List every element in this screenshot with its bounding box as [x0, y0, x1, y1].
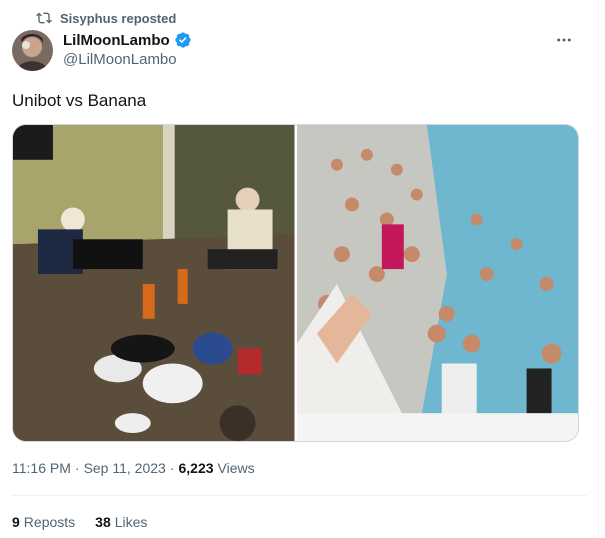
reposts-count: 9 [12, 514, 20, 530]
media-image-left[interactable] [13, 125, 295, 441]
tweet-time[interactable]: 11:16 PM [12, 460, 71, 476]
likes-stat[interactable]: 38 Likes [95, 514, 147, 530]
views-label: Views [217, 460, 255, 476]
avatar[interactable] [12, 30, 53, 71]
social-context[interactable]: Sisyphus reposted [36, 8, 176, 28]
repost-icon [36, 10, 52, 26]
display-name[interactable]: LilMoonLambo [63, 32, 170, 49]
engagement-stats: 9 Reposts 38 Likes [12, 514, 147, 530]
views-count: 6,223 [178, 460, 214, 476]
reposts-label: Reposts [23, 514, 76, 530]
tweet-text: Unibot vs Banana [12, 91, 147, 110]
media-image-right[interactable] [296, 125, 578, 441]
repost-label: Sisyphus reposted [60, 10, 177, 26]
divider [12, 495, 587, 496]
column-border [598, 0, 599, 538]
separator-dot: · [169, 460, 175, 476]
likes-label: Likes [114, 514, 148, 530]
verified-badge-icon [174, 31, 192, 49]
likes-count: 38 [95, 514, 111, 530]
tweet-timestamp[interactable]: 11:16 PM · Sep 11, 2023 · 6,223 Views [12, 460, 255, 476]
more-options-icon[interactable] [555, 32, 573, 48]
tweet-date[interactable]: Sep 11, 2023 [84, 460, 166, 476]
reposts-stat[interactable]: 9 Reposts [12, 514, 75, 530]
author-handle[interactable]: @LilMoonLambo [63, 51, 177, 68]
separator-dot: · [74, 460, 80, 476]
media-grid[interactable] [12, 124, 579, 442]
